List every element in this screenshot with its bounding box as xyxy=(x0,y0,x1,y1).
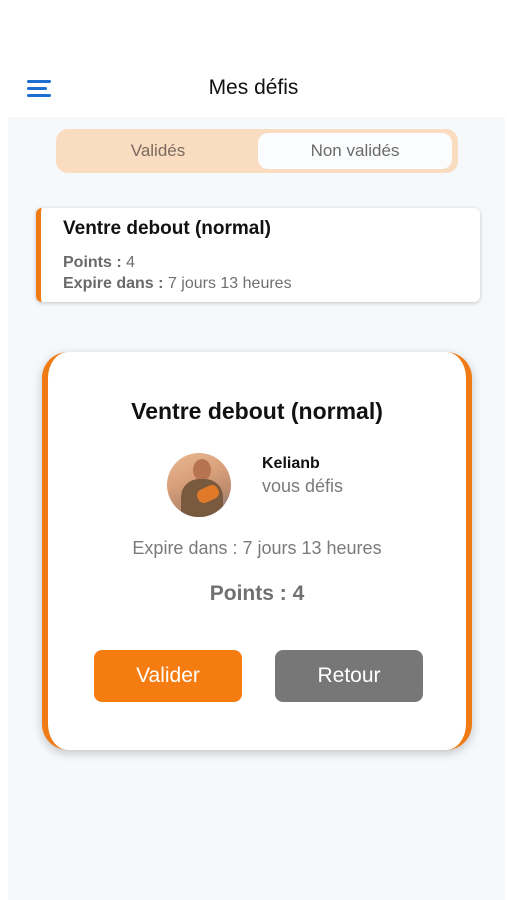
validate-button[interactable]: Valider xyxy=(94,650,242,702)
challenger-username: Kelianb xyxy=(262,455,320,472)
app-header: Mes défis xyxy=(0,0,507,117)
points-label: Points : xyxy=(63,254,122,271)
expire-value: 7 jours 13 heures xyxy=(167,275,292,292)
challenge-points: Points : 4 xyxy=(63,254,135,272)
challenge-list-item[interactable]: Ventre debout (normal) Points : 4 Expire… xyxy=(36,208,480,302)
content-area: Validés Non validés Ventre debout (norma… xyxy=(8,117,505,900)
page-title: Mes défis xyxy=(208,76,299,99)
challenge-title: Ventre debout (normal) xyxy=(63,218,271,239)
challenge-detail-modal: Ventre debout (normal) Kelianb vous défi… xyxy=(42,352,472,750)
avatar-head xyxy=(193,459,211,481)
segmented-control: Validés Non validés xyxy=(56,129,458,173)
modal-expire: Expire dans : 7 jours 13 heures xyxy=(132,538,382,558)
challenger-subtitle: vous défis xyxy=(262,476,344,496)
avatar xyxy=(167,453,231,517)
tab-valides[interactable]: Validés xyxy=(60,133,256,169)
modal-title: Ventre debout (normal) xyxy=(131,398,383,424)
points-value: 4 xyxy=(126,254,136,271)
screen: Mes défis Validés Non validés Ventre deb… xyxy=(0,0,507,900)
modal-points: Points : 4 xyxy=(209,582,305,605)
tab-non-valides[interactable]: Non validés xyxy=(258,133,452,169)
back-button[interactable]: Retour xyxy=(275,650,423,702)
expire-label: Expire dans : xyxy=(63,275,164,292)
challenge-expire: Expire dans : 7 jours 13 heures xyxy=(63,275,292,293)
